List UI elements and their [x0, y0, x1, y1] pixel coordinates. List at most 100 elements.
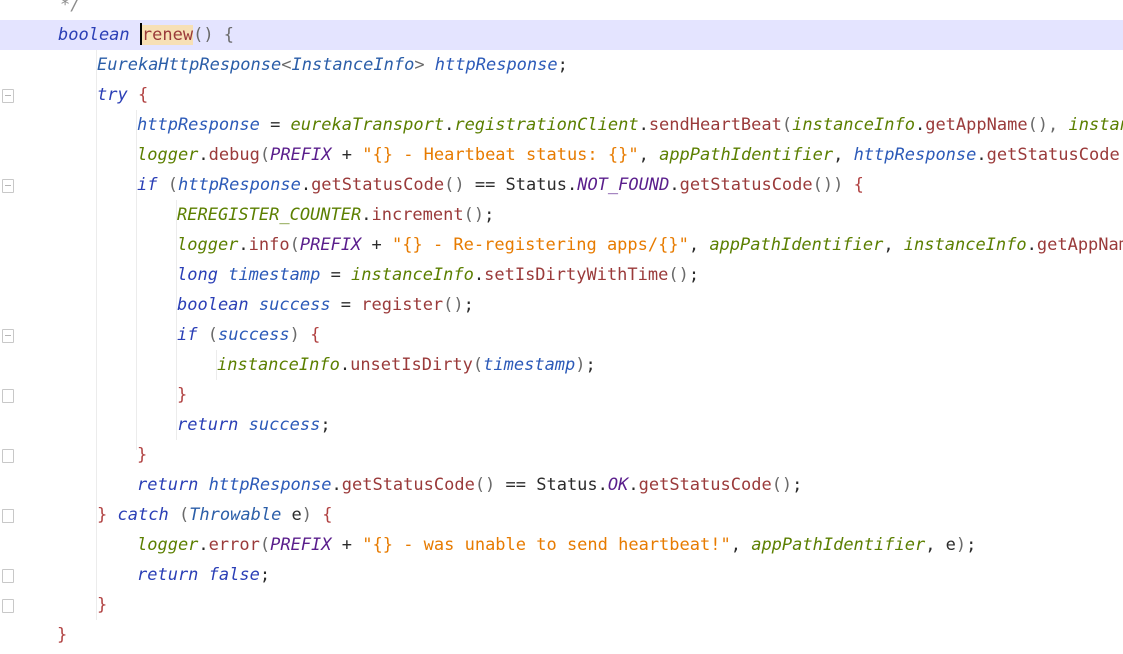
- code-text: */: [60, 0, 80, 20]
- code-line[interactable]: instanceInfo.unsetIsDirty(timestamp);: [0, 350, 1123, 380]
- code-token: ,: [688, 235, 710, 255]
- code-line[interactable]: logger.info(PREFIX + "{} - Re-registerin…: [0, 230, 1123, 260]
- code-token: sendHeartBeat: [648, 115, 782, 135]
- code-text: }: [97, 590, 107, 620]
- code-token: timestamp: [483, 355, 576, 375]
- code-token: httpResponse: [853, 145, 977, 165]
- code-line[interactable]: if (httpResponse.getStatusCode() == Stat…: [0, 170, 1123, 200]
- code-line[interactable]: return httpResponse.getStatusCode() == S…: [0, 470, 1123, 500]
- code-line[interactable]: httpResponse = eurekaTransport.registrat…: [0, 110, 1123, 140]
- code-text: if (success) {: [177, 320, 320, 350]
- code-token: .: [331, 475, 342, 495]
- code-line[interactable]: */: [0, 0, 1123, 20]
- code-token: eurekaTransport: [290, 115, 445, 135]
- code-line[interactable]: return false;: [0, 560, 1123, 590]
- code-line[interactable]: }: [0, 380, 1123, 410]
- code-line[interactable]: logger.error(PREFIX + "{} - was unable t…: [0, 530, 1123, 560]
- code-token: (: [781, 115, 793, 135]
- code-token: .: [238, 235, 249, 255]
- code-token: (): [668, 265, 689, 285]
- code-text: }: [137, 440, 147, 470]
- code-token: error: [208, 535, 260, 555]
- code-line[interactable]: if (success) {: [0, 320, 1123, 350]
- code-token: setIsDirtyWithTime: [484, 265, 669, 285]
- code-token: =: [320, 265, 352, 285]
- code-token: registrationClient: [454, 115, 639, 135]
- code-token: httpResponse: [177, 175, 301, 195]
- code-token: (: [207, 325, 218, 345]
- code-token: <: [281, 55, 292, 75]
- code-line[interactable]: }: [0, 590, 1123, 620]
- code-token: >: [414, 55, 435, 75]
- code-token: register: [361, 295, 444, 315]
- code-token: +: [331, 535, 363, 555]
- code-token: appPathIdentifier: [709, 235, 884, 255]
- code-token: if: [137, 175, 158, 195]
- code-token: (): [463, 205, 485, 225]
- code-text: long timestamp = instanceInfo.setIsDirty…: [177, 260, 699, 290]
- code-token: long: [177, 265, 218, 285]
- code-line[interactable]: long timestamp = instanceInfo.setIsDirty…: [0, 260, 1123, 290]
- code-token: ,: [730, 535, 752, 555]
- code-token: boolean: [177, 295, 249, 315]
- code-token: httpResponse: [434, 55, 558, 75]
- code-token: try: [97, 85, 128, 105]
- code-token: httpResponse: [208, 475, 332, 495]
- code-token: ,: [638, 145, 660, 165]
- code-line[interactable]: }: [0, 620, 1123, 650]
- code-token: logger: [137, 535, 199, 555]
- code-token: {: [310, 325, 321, 345]
- code-token: +: [331, 145, 363, 165]
- code-token: if: [177, 325, 198, 345]
- code-token: getStatusCode: [638, 475, 772, 495]
- code-token: +: [361, 235, 393, 255]
- code-token: "{} - was unable to send heartbeat!": [362, 535, 731, 555]
- code-token: =: [259, 115, 291, 135]
- code-token: REREGISTER_COUNTER: [177, 205, 362, 225]
- code-token: .: [198, 145, 209, 165]
- code-token: .: [473, 265, 485, 285]
- code-token: "{} - Re-registering apps/{}": [392, 235, 689, 255]
- code-token: unsetIsDirty: [350, 355, 473, 375]
- code-token: InstanceInfo: [291, 55, 415, 75]
- code-editor[interactable]: */boolean renew() {EurekaHttpResponse<In…: [0, 0, 1123, 654]
- code-token: return: [137, 565, 199, 585]
- code-token: (): [474, 475, 496, 495]
- code-token: .: [976, 145, 987, 165]
- current-line[interactable]: boolean renew() {: [0, 20, 1123, 50]
- code-token: boolean: [58, 25, 130, 45]
- code-line[interactable]: return success;: [0, 410, 1123, 440]
- code-token: (): [771, 475, 793, 495]
- code-line[interactable]: try {: [0, 80, 1123, 110]
- code-text: return success;: [177, 410, 331, 440]
- code-line[interactable]: boolean success = register();: [0, 290, 1123, 320]
- code-token: "{} - Heartbeat status: {}": [362, 145, 639, 165]
- code-text: boolean renew() {: [58, 20, 234, 50]
- code-line[interactable]: }: [0, 440, 1123, 470]
- code-token: }: [137, 445, 148, 465]
- code-token: ;: [463, 295, 474, 315]
- code-token: ;: [557, 55, 568, 75]
- code-token: {: [137, 85, 149, 105]
- code-text: try {: [97, 80, 148, 110]
- code-line[interactable]: REREGISTER_COUNTER.increment();: [0, 200, 1123, 230]
- code-line[interactable]: } catch (Throwable e) {: [0, 500, 1123, 530]
- code-token: success: [248, 415, 321, 435]
- code-token: Throwable: [189, 505, 282, 525]
- code-text: logger.info(PREFIX + "{} - Re-registerin…: [177, 230, 1123, 260]
- code-token: ): [955, 535, 967, 555]
- code-token: increment: [371, 205, 464, 225]
- code-line[interactable]: EurekaHttpResponse<InstanceInfo> httpRes…: [0, 50, 1123, 80]
- code-token: .: [444, 115, 455, 135]
- code-token: OK: [607, 475, 629, 495]
- code-line[interactable]: logger.debug(PREFIX + "{} - Heartbeat st…: [0, 140, 1123, 170]
- code-token: success: [258, 295, 331, 315]
- code-token: ;: [484, 205, 495, 225]
